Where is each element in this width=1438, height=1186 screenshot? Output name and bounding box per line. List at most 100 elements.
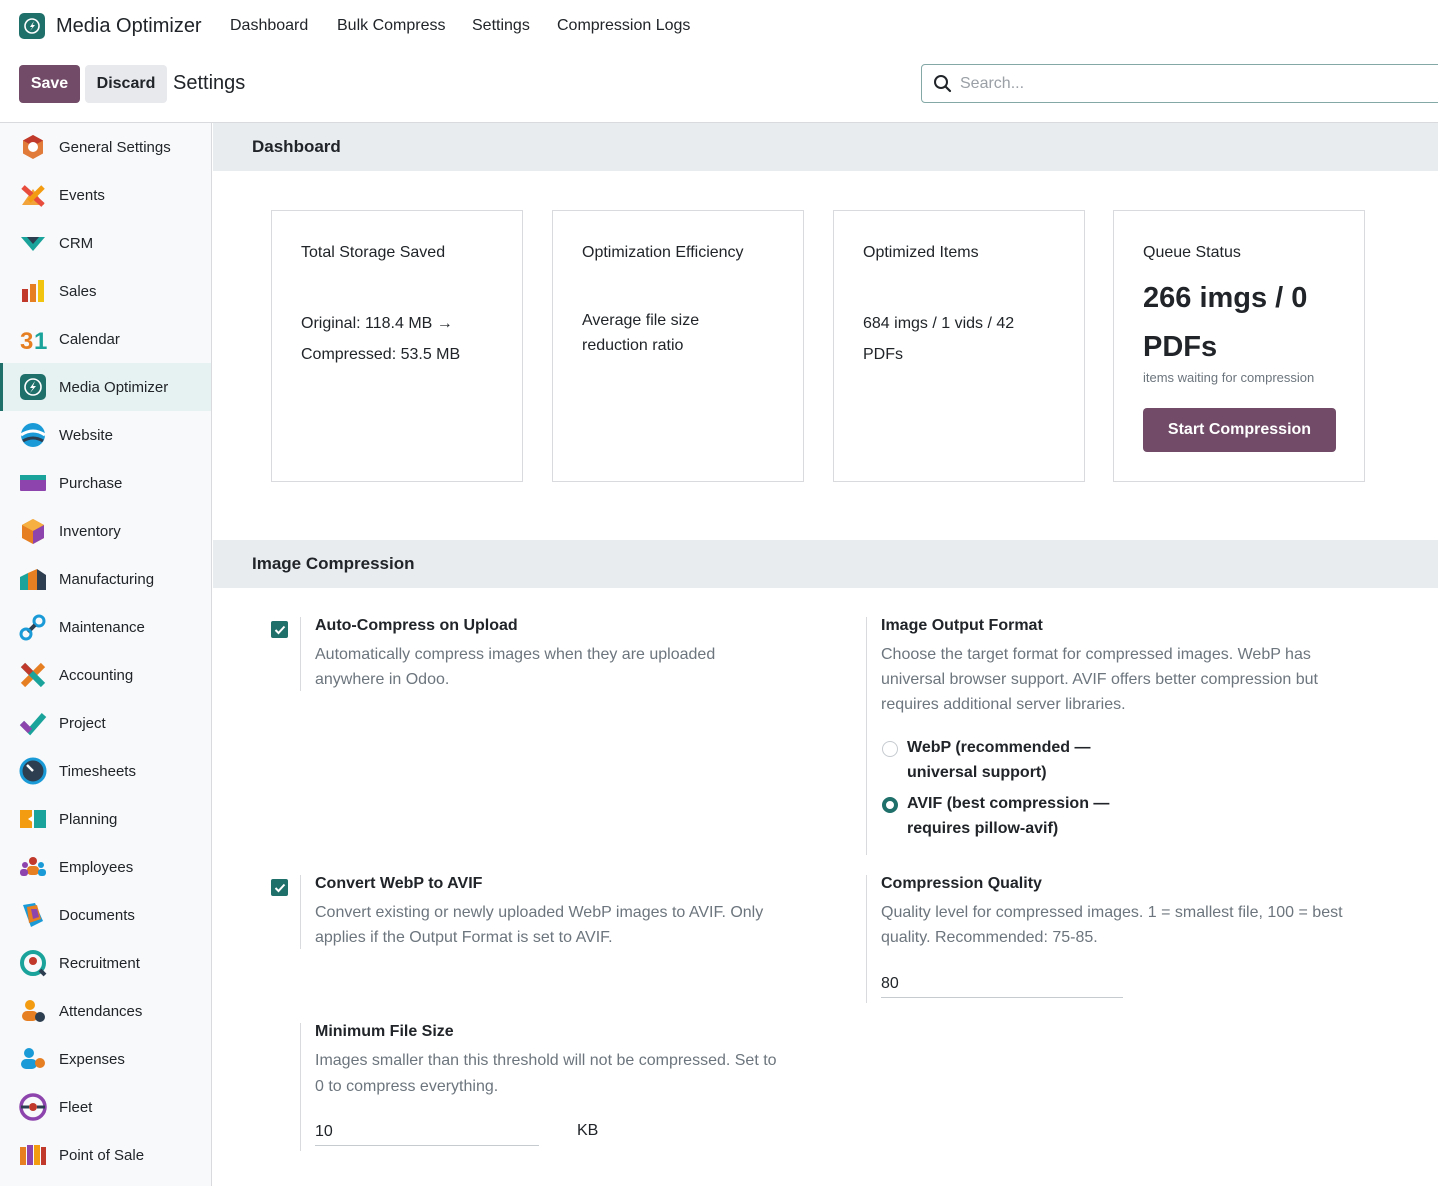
sales-icon <box>19 277 47 305</box>
desc-line: Choose the target format for compressed … <box>881 646 1311 663</box>
image-compression-section-header: Image Compression <box>213 540 1438 588</box>
sidebar-item-timesheets[interactable]: Timesheets <box>0 747 211 795</box>
svg-text:3: 3 <box>20 328 33 353</box>
start-compression-button[interactable]: Start Compression <box>1143 408 1336 452</box>
card-body: 684 imgs / 1 vids / 42 PDFs <box>863 308 1073 370</box>
events-icon <box>19 181 47 209</box>
queue-count: 266 imgs / 0 PDFs <box>1143 274 1353 372</box>
card-body: Original: 118.4 MB → Compressed: 53.5 MB <box>301 308 511 370</box>
webp-radio-label[interactable]: WebP (recommended — universal support) <box>907 735 1090 785</box>
card-title: Queue Status <box>1143 244 1241 261</box>
sidebar-item-events[interactable]: Events <box>0 171 211 219</box>
sidebar-item-label: Website <box>59 426 113 444</box>
sidebar-item-documents[interactable]: Documents <box>0 891 211 939</box>
compressed-size: Compressed: 53.5 MB <box>301 346 461 363</box>
save-button[interactable]: Save <box>19 65 80 103</box>
sidebar-item-media-optimizer[interactable]: Media Optimizer <box>0 363 211 411</box>
settings-sidebar: General Settings Events CRM Sales 31 Cal… <box>0 123 212 1186</box>
desc-line: requires additional server libraries. <box>881 696 1126 713</box>
sidebar-item-expenses[interactable]: Expenses <box>0 1035 211 1083</box>
desc-line: Automatically compress images when they … <box>315 646 716 663</box>
radio-label-line: AVIF (best compression — <box>907 795 1110 812</box>
sidebar-item-attendances[interactable]: Attendances <box>0 987 211 1035</box>
setting-divider <box>866 875 867 1003</box>
storage-saved-card: Total Storage Saved Original: 118.4 MB →… <box>271 210 523 482</box>
dashboard-section-header: Dashboard <box>213 123 1438 171</box>
project-icon <box>19 709 47 737</box>
auto-compress-setting: Auto-Compress on Upload Automatically co… <box>300 617 800 691</box>
desc-line: Convert existing or newly uploaded WebP … <box>315 904 764 921</box>
auto-compress-checkbox[interactable] <box>271 621 288 638</box>
radio-label-line: universal support) <box>907 764 1047 781</box>
avif-radio-label[interactable]: AVIF (best compression — requires pillow… <box>907 791 1109 841</box>
sidebar-item-fleet[interactable]: Fleet <box>0 1083 211 1131</box>
sidebar-item-maintenance[interactable]: Maintenance <box>0 603 211 651</box>
attendances-icon <box>19 997 47 1025</box>
search-icon[interactable] <box>933 74 952 97</box>
quality-input[interactable]: 80 <box>881 975 899 993</box>
app-title[interactable]: Media Optimizer <box>56 15 202 38</box>
sidebar-item-label: Inventory <box>59 522 121 540</box>
card-body: Average file size reduction ratio <box>582 308 792 358</box>
desc-line: applies if the Output Format is set to A… <box>315 929 613 946</box>
media-optimizer-app-icon[interactable] <box>19 13 45 39</box>
sidebar-item-accounting[interactable]: Accounting <box>0 651 211 699</box>
search-input[interactable] <box>960 73 1420 95</box>
media-optimizer-icon <box>19 373 47 401</box>
sidebar-item-label: Employees <box>59 858 134 876</box>
queue-count-line-2: PDFs <box>1143 331 1218 363</box>
sidebar-item-sales[interactable]: Sales <box>0 267 211 315</box>
setting-title: Auto-Compress on Upload <box>315 617 518 634</box>
sidebar-item-label: Manufacturing <box>59 570 155 588</box>
employees-icon <box>19 853 47 881</box>
sidebar-item-inventory[interactable]: Inventory <box>0 507 211 555</box>
setting-title: Compression Quality <box>881 875 1042 892</box>
desc-line: quality. Recommended: 75-85. <box>881 929 1098 946</box>
sidebar-item-label: Maintenance <box>59 618 145 636</box>
webp-radio[interactable] <box>882 741 898 757</box>
dashboard-heading: Dashboard <box>252 137 341 156</box>
avif-radio[interactable] <box>882 797 898 813</box>
output-format-setting: Image Output Format Choose the target fo… <box>866 617 1426 855</box>
min-size-input[interactable]: 10 <box>315 1123 333 1141</box>
sidebar-item-label: CRM <box>59 234 94 252</box>
menu-bulk-compress[interactable]: Bulk Compress <box>337 17 445 35</box>
search-box[interactable] <box>921 64 1438 103</box>
sidebar-item-label: Sales <box>59 282 97 300</box>
setting-description: Convert existing or newly uploaded WebP … <box>315 900 763 950</box>
sidebar-item-calendar[interactable]: 31 Calendar <box>0 315 211 363</box>
planning-icon <box>19 805 47 833</box>
sidebar-item-label: Events <box>59 186 105 204</box>
convert-webp-checkbox[interactable] <box>271 879 288 896</box>
sidebar-item-general-settings[interactable]: General Settings <box>0 123 211 171</box>
min-size-unit: KB <box>577 1122 599 1139</box>
sidebar-item-purchase[interactable]: Purchase <box>0 459 211 507</box>
card-title: Total Storage Saved <box>301 244 446 261</box>
setting-title: Convert WebP to AVIF <box>315 875 483 892</box>
sidebar-item-label: Recruitment <box>59 954 140 972</box>
menu-compression-logs[interactable]: Compression Logs <box>557 17 690 35</box>
sidebar-item-label: Attendances <box>59 1002 143 1020</box>
sidebar-item-planning[interactable]: Planning <box>0 795 211 843</box>
card-title: Optimization Efficiency <box>582 244 744 261</box>
crm-icon <box>19 229 47 257</box>
image-compression-heading: Image Compression <box>252 554 415 573</box>
calendar-icon: 31 <box>19 325 47 355</box>
menu-dashboard[interactable]: Dashboard <box>230 17 308 35</box>
sidebar-item-website[interactable]: Website <box>0 411 211 459</box>
sidebar-item-label: Timesheets <box>59 762 136 780</box>
desc-line: universal browser support. AVIF offers b… <box>881 671 1318 688</box>
sidebar-item-crm[interactable]: CRM <box>0 219 211 267</box>
sidebar-item-recruitment[interactable]: Recruitment <box>0 939 211 987</box>
sidebar-item-employees[interactable]: Employees <box>0 843 211 891</box>
discard-button[interactable]: Discard <box>85 65 167 103</box>
compression-quality-setting: Compression Quality Quality level for co… <box>866 875 1426 1003</box>
sidebar-item-project[interactable]: Project <box>0 699 211 747</box>
setting-divider <box>300 875 301 949</box>
setting-description: Automatically compress images when they … <box>315 642 715 692</box>
sidebar-item-manufacturing[interactable]: Manufacturing <box>0 555 211 603</box>
menu-settings[interactable]: Settings <box>472 17 530 35</box>
sidebar-item-label: Expenses <box>59 1050 125 1068</box>
efficiency-text-1: Average file size <box>582 312 700 329</box>
sidebar-item-point-of-sale[interactable]: Point of Sale <box>0 1131 211 1179</box>
